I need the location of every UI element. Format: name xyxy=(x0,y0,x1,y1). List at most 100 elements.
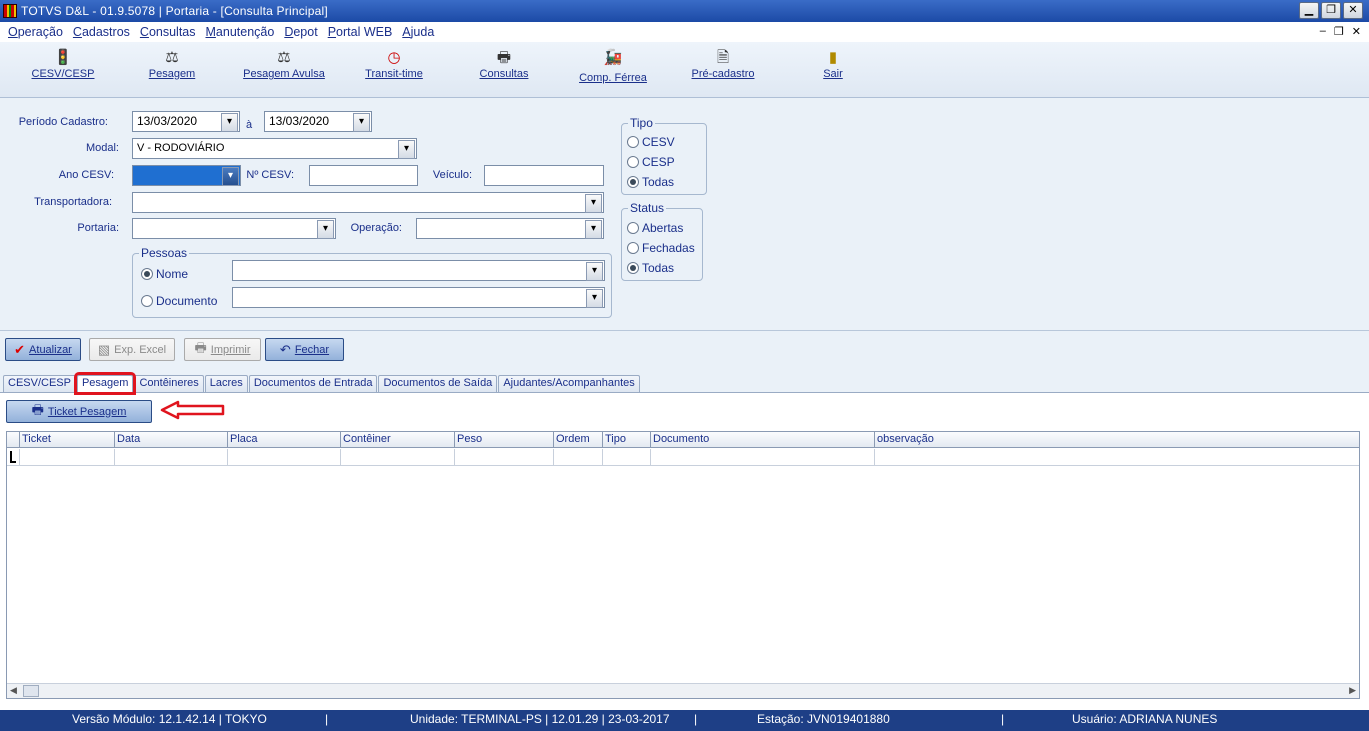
cell[interactable] xyxy=(340,449,454,466)
col-tipo[interactable]: Tipo xyxy=(602,432,650,448)
atualizar-button[interactable]: ✔ Atualizar xyxy=(5,338,81,361)
menu-ajuda[interactable]: Ajuda xyxy=(402,25,434,39)
radio-nome[interactable]: Nome xyxy=(141,267,188,281)
tab-documentos-entrada[interactable]: Documentos de Entrada xyxy=(248,375,378,392)
toolbar-comp-ferrea[interactable]: 🚂 Comp. Férrea xyxy=(563,48,663,84)
toolbar-consultas[interactable]: 🖶 Consultas xyxy=(454,48,554,80)
status-separator: | xyxy=(325,712,329,726)
printer-icon: 🖶 xyxy=(31,401,44,417)
fechar-button[interactable]: ↶ Fechar xyxy=(265,338,344,361)
window-title: TOTVS D&L - 01.9.5078 | Portaria - [Cons… xyxy=(21,4,328,18)
scale-icon: ⚖ xyxy=(277,49,291,66)
tab-ajudantes[interactable]: Ajudantes/Acompanhantes xyxy=(498,375,640,392)
date-to-picker[interactable]: 13/03/2020 xyxy=(264,111,372,132)
cell[interactable] xyxy=(454,449,553,466)
radio-dot xyxy=(141,295,153,307)
transportadora-label: Transportadora: xyxy=(34,196,112,208)
mdi-minimize-icon[interactable]: ‒ xyxy=(1320,25,1326,38)
col-observacao[interactable]: observação xyxy=(874,432,1360,448)
export-excel-button[interactable]: ▧ Exp. Excel xyxy=(89,338,175,361)
tipo-title: Tipo xyxy=(628,116,655,130)
tab-cesv-cesp[interactable]: CESV/CESP xyxy=(3,375,76,392)
ncesv-input[interactable] xyxy=(309,165,418,186)
cell[interactable] xyxy=(114,449,227,466)
menu-cadastros[interactable]: Cadastros xyxy=(73,25,130,39)
tab-lacres[interactable]: Lacres xyxy=(204,375,248,392)
mdi-restore-icon[interactable]: ❐ xyxy=(1334,25,1344,38)
tab-conteineres[interactable]: Contêineres xyxy=(134,375,204,392)
portaria-select[interactable] xyxy=(132,218,336,239)
ano-cesv-select[interactable] xyxy=(132,165,241,186)
menu-consultas[interactable]: Consultas xyxy=(140,25,196,39)
radio-tipo-cesp[interactable]: CESP xyxy=(627,155,675,169)
toolbar-cesv-cesp[interactable]: 🚦 CESV/CESP xyxy=(13,48,113,80)
cell[interactable] xyxy=(602,449,650,466)
exit-door-icon: ▮ xyxy=(828,49,838,66)
toolbar-pesagem-avulsa[interactable]: ⚖ Pesagem Avulsa xyxy=(234,48,334,80)
scroll-thumb[interactable] xyxy=(23,685,39,697)
toolbar-sair[interactable]: ▮ Sair xyxy=(783,48,883,80)
tab-documentos-saida[interactable]: Documentos de Saída xyxy=(378,375,498,392)
close-button[interactable]: ✕ xyxy=(1343,2,1363,19)
modal-select[interactable]: V - RODOVIÁRIO xyxy=(132,138,417,159)
radio-tipo-todas[interactable]: Todas xyxy=(627,175,674,189)
maximize-button[interactable]: ❐ xyxy=(1321,2,1341,19)
col-ticket[interactable]: Ticket xyxy=(19,432,114,448)
cell[interactable] xyxy=(227,449,340,466)
app-icon xyxy=(3,4,17,18)
radio-status-abertas[interactable]: Abertas xyxy=(627,221,683,235)
col-conteiner[interactable]: Contêiner xyxy=(340,432,454,448)
cell[interactable] xyxy=(650,449,874,466)
status-usuario: Usuário: ADRIANA NUNES xyxy=(1072,712,1218,726)
date-separator: à xyxy=(246,119,253,131)
col-placa[interactable]: Placa xyxy=(227,432,340,448)
mdi-close-icon[interactable]: ✕ xyxy=(1352,25,1361,38)
status-separator: | xyxy=(1001,712,1005,726)
status-versao: Versão Módulo: 12.1.42.14 | TOKYO xyxy=(72,712,267,726)
toolbar-transit-time[interactable]: ◷ Transit-time xyxy=(344,48,444,80)
radio-dot xyxy=(627,156,639,168)
minimize-button[interactable]: ▁ xyxy=(1299,2,1319,19)
radio-dot xyxy=(627,136,639,148)
nome-select[interactable] xyxy=(232,260,605,281)
radio-status-todas[interactable]: Todas xyxy=(627,261,674,275)
action-bar: ✔ Atualizar ▧ Exp. Excel 🖶 Imprimir ↶ Fechar xyxy=(0,332,1369,372)
scroll-left-icon[interactable]: ◀ xyxy=(10,685,17,696)
pesagem-grid[interactable]: Ticket Data Placa Contêiner Peso Ordem T… xyxy=(6,431,1360,699)
veiculo-input[interactable] xyxy=(484,165,604,186)
menu-depot[interactable]: Depot xyxy=(284,25,317,39)
radio-documento[interactable]: Documento xyxy=(141,294,217,308)
tab-pesagem[interactable]: Pesagem xyxy=(73,372,137,395)
cell[interactable] xyxy=(874,449,1360,466)
toolbar: 🚦 CESV/CESP ⚖ Pesagem ⚖ Pesagem Avulsa ◷… xyxy=(0,42,1369,98)
col-peso[interactable]: Peso xyxy=(454,432,553,448)
toolbar-pesagem[interactable]: ⚖ Pesagem xyxy=(122,48,222,80)
transportadora-select[interactable] xyxy=(132,192,604,213)
imprimir-button[interactable]: 🖶 Imprimir xyxy=(184,338,261,361)
radio-status-fechadas[interactable]: Fechadas xyxy=(627,241,695,255)
menu-manutencao[interactable]: Manutenção xyxy=(206,25,275,39)
menu-portal-web[interactable]: Portal WEB xyxy=(328,25,393,39)
col-ordem[interactable]: Ordem xyxy=(553,432,602,448)
col-data[interactable]: Data xyxy=(114,432,227,448)
ticket-pesagem-button[interactable]: 🖶 Ticket Pesagem xyxy=(6,400,152,423)
horizontal-scrollbar[interactable]: ◀ ▶ xyxy=(7,683,1359,698)
scroll-right-icon[interactable]: ▶ xyxy=(1349,685,1356,696)
filter-form: Período Cadastro: 13/03/2020 à 13/03/202… xyxy=(0,99,1369,331)
status-bar: Versão Módulo: 12.1.42.14 | TOKYO | Unid… xyxy=(0,710,1369,731)
toolbar-pre-cadastro[interactable]: 🗎 Pré-cadastro xyxy=(673,48,773,80)
cell[interactable] xyxy=(553,449,602,466)
menu-operacao[interactable]: Operação xyxy=(8,25,63,39)
operacao-select[interactable] xyxy=(416,218,604,239)
portaria-label: Portaria: xyxy=(77,222,119,234)
documento-select[interactable] xyxy=(232,287,605,308)
tab-panel-pesagem: 🖶 Ticket Pesagem Ticket Data Placa Contêi… xyxy=(0,392,1369,710)
ano-cesv-label: Ano CESV: xyxy=(58,169,114,181)
col-documento[interactable]: Documento xyxy=(650,432,874,448)
status-separator: | xyxy=(694,712,698,726)
operacao-label: Operação: xyxy=(350,222,402,234)
table-row[interactable] xyxy=(7,449,1359,466)
radio-tipo-cesv[interactable]: CESV xyxy=(627,135,675,149)
cell[interactable] xyxy=(19,449,114,466)
date-from-picker[interactable]: 13/03/2020 xyxy=(132,111,240,132)
